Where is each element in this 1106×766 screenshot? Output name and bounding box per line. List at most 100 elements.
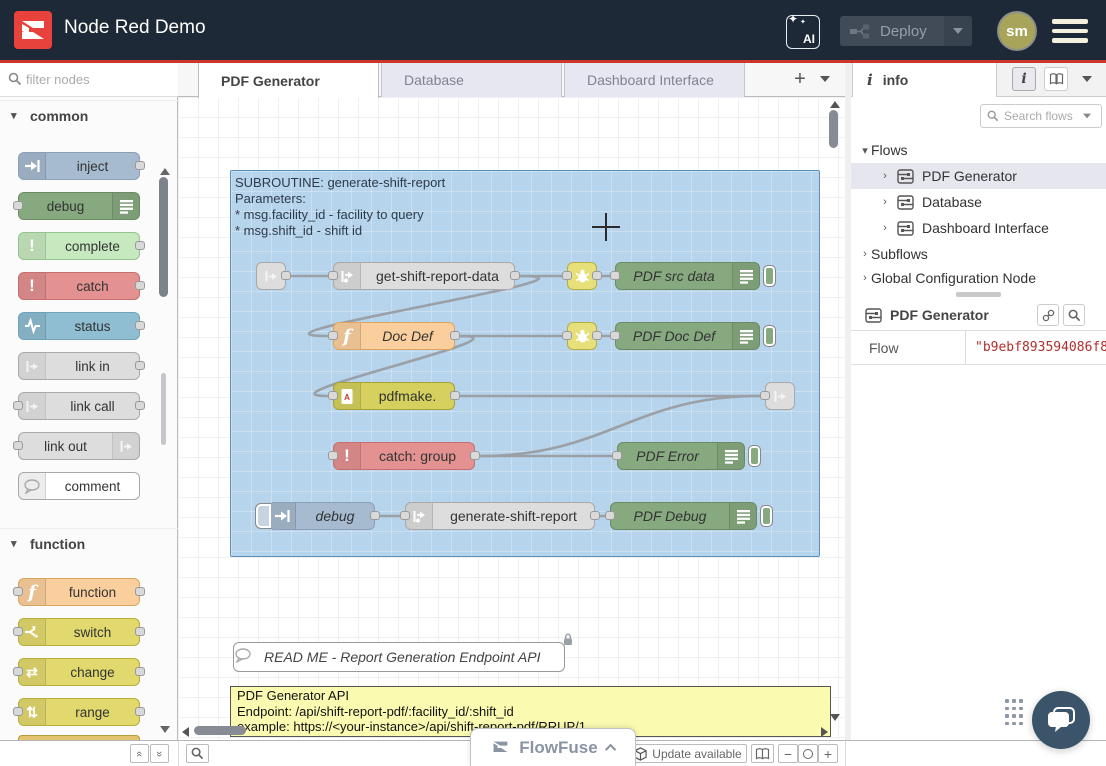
flow-node-pdf-error[interactable]: PDF Error: [617, 442, 745, 470]
canvas-scroll-right-arrow[interactable]: [821, 727, 828, 737]
flow-list-caret[interactable]: [820, 76, 830, 82]
flow-node-get-shift-report-data[interactable]: get-shift-report-data: [333, 262, 515, 290]
output-port[interactable]: [135, 321, 145, 330]
comment-node[interactable]: READ ME - Report Generation Endpoint API: [233, 642, 565, 672]
input-port[interactable]: [13, 401, 23, 410]
input-port[interactable]: [328, 451, 338, 460]
palette-scroll-down-arrow[interactable]: [160, 726, 170, 733]
flow-node-link-out-1[interactable]: [765, 382, 795, 410]
canvas-scroll-left-arrow[interactable]: [182, 727, 189, 737]
output-port[interactable]: [135, 281, 145, 290]
input-port[interactable]: [605, 511, 615, 520]
flow-node-pdf-src-data[interactable]: PDF src data: [615, 262, 760, 290]
canvas-scroll-down-arrow[interactable]: [830, 714, 840, 721]
tree-item-subflows[interactable]: ›Subflows: [851, 241, 1106, 267]
sidebar-resize-grip[interactable]: [956, 292, 1001, 297]
flow-node-inject-debug[interactable]: debug: [268, 502, 375, 530]
inject-trigger-button[interactable]: [255, 503, 271, 529]
input-port[interactable]: [610, 331, 620, 340]
output-port[interactable]: [135, 241, 145, 250]
debug-toggle-button[interactable]: [763, 325, 776, 347]
input-port[interactable]: [562, 271, 572, 280]
flow-node-bug-1[interactable]: [567, 262, 597, 290]
input-port[interactable]: [610, 271, 620, 280]
user-avatar[interactable]: sm: [999, 13, 1035, 49]
palette-node-switch[interactable]: switch: [18, 618, 140, 646]
canvas-scroll-up-arrow[interactable]: [830, 101, 840, 108]
palette-category-common[interactable]: ▾common: [0, 100, 178, 130]
output-port[interactable]: [450, 391, 460, 400]
search-flow-button[interactable]: [1063, 304, 1085, 326]
flow-node-link-in-1[interactable]: [256, 262, 286, 290]
flow-node-doc-def[interactable]: fDoc Def: [333, 322, 455, 350]
output-port[interactable]: [510, 271, 520, 280]
flowfuse-panel-button[interactable]: FlowFuse: [470, 728, 636, 766]
input-port[interactable]: [400, 511, 410, 520]
output-port[interactable]: [135, 707, 145, 716]
palette-node-complete[interactable]: !complete: [18, 232, 140, 260]
output-port[interactable]: [470, 451, 480, 460]
palette-node-status[interactable]: status: [18, 312, 140, 340]
output-port[interactable]: [592, 271, 602, 280]
palette-node-link-in[interactable]: link in: [18, 352, 140, 380]
debug-toggle-button[interactable]: [763, 265, 776, 287]
tree-item-pdf-generator[interactable]: ›PDF Generator: [851, 163, 1106, 189]
palette-node-range[interactable]: ⇅range: [18, 698, 140, 726]
palette-expand-all-button[interactable]: »: [150, 744, 169, 763]
tree-item-dashboard-interface[interactable]: ›Dashboard Interface: [851, 215, 1106, 241]
palette-node-debug[interactable]: debug: [18, 192, 140, 220]
chevron-down-icon[interactable]: ▾: [859, 144, 871, 157]
flow-node-generate-shift-report[interactable]: generate-shift-report: [405, 502, 595, 530]
input-port[interactable]: [562, 331, 572, 340]
palette-node-comment[interactable]: comment: [18, 472, 140, 500]
workspace-tab-database[interactable]: Database: [381, 62, 562, 97]
flow-node-pdf-doc-def[interactable]: PDF Doc Def: [615, 322, 760, 350]
tree-item-global-configuration-nodes[interactable]: ›Global Configuration Nodes: [851, 265, 1106, 291]
input-port[interactable]: [13, 441, 23, 450]
input-port[interactable]: [328, 331, 338, 340]
output-port[interactable]: [592, 331, 602, 340]
chevron-right-icon[interactable]: ›: [879, 196, 891, 208]
output-port[interactable]: [135, 587, 145, 596]
palette-node-inject[interactable]: inject: [18, 152, 140, 180]
output-port[interactable]: [135, 361, 145, 370]
workspace-tab-dashboard-interface[interactable]: Dashboard Interface: [564, 62, 745, 97]
input-port[interactable]: [13, 707, 23, 716]
output-port[interactable]: [135, 627, 145, 636]
sidebar-help-button[interactable]: [1044, 67, 1068, 91]
deploy-button[interactable]: Deploy: [840, 16, 972, 46]
flow-node-pdfmake[interactable]: Apdfmake.: [333, 382, 455, 410]
input-port[interactable]: [13, 667, 23, 676]
sidebar-info-toggle-button[interactable]: i: [1012, 67, 1036, 91]
debug-toggle-button[interactable]: [760, 505, 773, 527]
palette-node-link-out[interactable]: link out: [18, 432, 140, 460]
navigator-button[interactable]: [751, 744, 774, 763]
input-port[interactable]: [13, 201, 23, 210]
chevron-right-icon[interactable]: ›: [879, 222, 891, 234]
palette-category-function[interactable]: ▾function: [0, 528, 178, 558]
sidebar-more-caret[interactable]: [1082, 76, 1092, 82]
ai-assistant-button[interactable]: ✦ ✦ AI: [786, 15, 820, 49]
flow-node-bug-2[interactable]: [567, 322, 597, 350]
input-port[interactable]: [760, 391, 770, 400]
input-port[interactable]: [612, 451, 622, 460]
palette-collapse-all-button[interactable]: «: [130, 744, 149, 763]
output-port[interactable]: [135, 667, 145, 676]
output-port[interactable]: [450, 331, 460, 340]
input-port[interactable]: [13, 587, 23, 596]
chevron-right-icon[interactable]: ›: [879, 170, 891, 182]
workspace-tab-pdf-generator[interactable]: PDF Generator: [198, 62, 379, 98]
palette-scrollbar[interactable]: [159, 177, 168, 297]
add-flow-button[interactable]: +: [788, 68, 812, 92]
sidebar-tab-info[interactable]: i info: [852, 62, 997, 97]
palette-scroll-up-arrow[interactable]: [160, 168, 170, 175]
canvas-vertical-scrollbar[interactable]: [829, 110, 838, 148]
zoom-in-button[interactable]: +: [818, 744, 838, 763]
flow-search-box[interactable]: Search flows: [980, 104, 1102, 128]
zoom-out-button[interactable]: −: [778, 744, 798, 763]
copy-link-button[interactable]: [1037, 304, 1059, 326]
canvas-search-button[interactable]: [186, 744, 209, 763]
canvas-horizontal-scrollbar[interactable]: [194, 726, 246, 735]
tree-item-database[interactable]: ›Database: [851, 189, 1106, 215]
chat-widget-button[interactable]: [1032, 691, 1090, 749]
